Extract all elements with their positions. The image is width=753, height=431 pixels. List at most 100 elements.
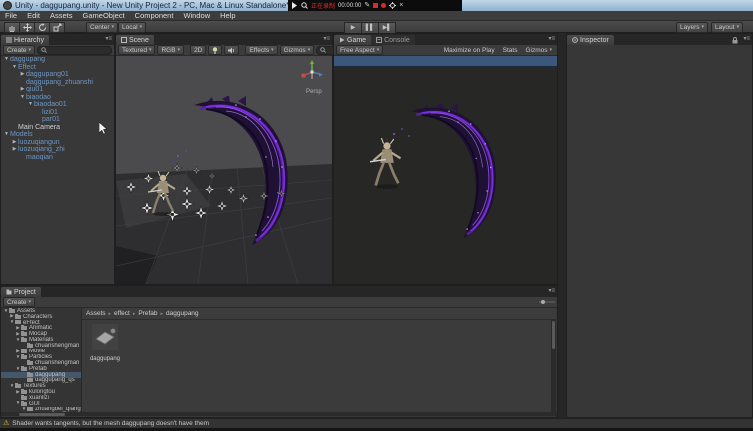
console-tab-icon	[376, 37, 382, 43]
render-mode-dropdown[interactable]: RGB▾	[157, 45, 184, 55]
foldout-icon[interactable]: ▼	[11, 65, 18, 70]
rotate-tool-button[interactable]	[35, 22, 50, 33]
stop-recording-icon[interactable]	[381, 3, 386, 8]
status-bar[interactable]: ⚠ Shader wants tangents, but the mesh da…	[0, 418, 753, 428]
panel-menu-icon[interactable]: ▾≡	[105, 36, 112, 42]
tab-project[interactable]: Project	[1, 287, 41, 297]
foldout-icon[interactable]: ▶	[19, 87, 26, 92]
move-tool-button[interactable]	[20, 22, 35, 33]
tab-hierarchy[interactable]: Hierarchy	[1, 35, 49, 45]
hierarchy-search-input[interactable]	[37, 46, 112, 55]
scale-tool-button[interactable]	[50, 22, 65, 33]
layers-dropdown[interactable]: Layers▾	[676, 22, 708, 33]
pivot-toggle-button[interactable]: Center▾	[86, 22, 118, 33]
hierarchy-item[interactable]: Main Camera	[1, 124, 114, 132]
space-toggle-button[interactable]: Local▾	[118, 22, 146, 33]
hierarchy-item[interactable]: ▶luozuqiangun	[1, 139, 114, 147]
effects-dropdown[interactable]: Effects▾	[245, 45, 277, 55]
scene-lighting-button[interactable]	[208, 45, 222, 55]
foldout-icon[interactable]: ▼	[3, 57, 10, 62]
hierarchy-create-button[interactable]: Create▾	[3, 45, 35, 55]
lock-icon[interactable]	[732, 37, 738, 44]
caret-down-icon: ▾	[29, 300, 32, 305]
scene-gizmos-dropdown[interactable]: Gizmos▾	[280, 45, 315, 55]
magnifier-icon[interactable]	[301, 2, 308, 9]
hierarchy-tab-icon	[6, 37, 12, 43]
hierarchy-tabstrip: Hierarchy ▾≡	[1, 34, 114, 45]
close-recorder-icon[interactable]: ×	[399, 2, 403, 9]
hand-tool-button[interactable]	[4, 22, 20, 33]
game-viewport[interactable]	[334, 56, 557, 284]
menu-assets[interactable]: Assets	[45, 11, 78, 20]
panel-menu-icon[interactable]: ▾≡	[548, 288, 555, 294]
pause-icon: ▌▌	[366, 25, 375, 31]
scene-audio-button[interactable]	[224, 45, 239, 55]
menu-gameobject[interactable]: GameObject	[78, 11, 130, 20]
menu-help[interactable]: Help	[215, 11, 240, 20]
foldout-icon[interactable]: ▼	[19, 95, 26, 100]
project-hscrollbar[interactable]	[1, 412, 557, 416]
hierarchy-item[interactable]: daggupang_zhuanshi	[1, 79, 114, 87]
toggle-2d-button[interactable]: 2D	[190, 45, 206, 55]
project-create-button[interactable]: Create▾	[3, 297, 35, 307]
foldout-icon[interactable]: ▼	[3, 132, 10, 137]
menu-edit[interactable]: Edit	[22, 11, 45, 20]
shading-mode-dropdown[interactable]: Textured▾	[118, 45, 155, 55]
tab-inspector[interactable]: Inspector	[567, 35, 614, 45]
foldout-icon[interactable]: ▶	[19, 72, 26, 77]
panel-splitter[interactable]	[558, 33, 566, 418]
asset-item[interactable]: daggupang	[88, 324, 122, 362]
hierarchy-item[interactable]: ▶qiu01	[1, 86, 114, 94]
maximize-on-play-button[interactable]: Maximize on Play	[441, 46, 498, 54]
tab-console[interactable]: Console	[371, 35, 415, 45]
foldout-icon[interactable]: ▶	[11, 140, 18, 145]
panel-menu-icon[interactable]: ▾≡	[548, 36, 555, 42]
hierarchy-item[interactable]: ▼Models	[1, 131, 114, 139]
menu-file[interactable]: File	[0, 11, 22, 20]
panel-menu-icon[interactable]: ▾≡	[323, 36, 330, 42]
panel-menu-icon[interactable]: ▾≡	[743, 36, 750, 42]
project-vscrollbar[interactable]	[551, 319, 556, 412]
tab-scene[interactable]: Scene	[116, 35, 154, 45]
scale-icon	[53, 23, 62, 32]
game-toolbar: Free Aspect▾ Maximize on Play Stats Gizm…	[334, 45, 557, 56]
folder-icon	[21, 326, 27, 330]
hierarchy-item[interactable]: ▶daggupang01	[1, 71, 114, 79]
recording-timer: 00:00:00	[338, 3, 361, 9]
caret-down-icon: ▾	[737, 25, 740, 30]
pause-recording-icon[interactable]	[373, 3, 378, 8]
game-gizmos-dropdown[interactable]: Gizmos▾	[522, 46, 555, 54]
hierarchy-item[interactable]: ▼biaodao	[1, 94, 114, 102]
breadcrumb-daggupang[interactable]: daggupang	[166, 310, 199, 317]
hierarchy-item[interactable]: ▼daggupang	[1, 56, 114, 64]
foldout-icon[interactable]: ▼	[27, 102, 34, 107]
hierarchy-item[interactable]: lizi01	[1, 109, 114, 117]
breadcrumb-assets[interactable]: Assets	[86, 310, 106, 317]
tab-game[interactable]: Game	[334, 35, 371, 45]
game-tabstrip: Game Console ▾≡	[334, 34, 557, 45]
menu-component[interactable]: Component	[130, 11, 179, 20]
menu-window[interactable]: Window	[178, 11, 215, 20]
hierarchy-item[interactable]: maoqian	[1, 154, 114, 162]
aspect-ratio-dropdown[interactable]: Free Aspect▾	[336, 45, 383, 55]
scene-gizmo-label[interactable]: Persp	[306, 89, 322, 95]
layout-dropdown[interactable]: Layout▾	[711, 22, 743, 33]
breadcrumb-prefab[interactable]: Prefab	[138, 310, 157, 317]
folder-icon	[21, 349, 27, 353]
inspector-panel: Inspector ▾≡	[566, 33, 753, 418]
scene-viewport[interactable]: Persp	[116, 56, 332, 284]
cursor-tool-icon[interactable]	[292, 2, 298, 9]
settings-gear-icon[interactable]	[389, 2, 396, 9]
hierarchy-item[interactable]: par01	[1, 116, 114, 124]
foldout-icon[interactable]: ▶	[11, 147, 18, 152]
breadcrumb-effect[interactable]: effect	[114, 310, 130, 317]
hierarchy-item[interactable]: ▼Effect	[1, 64, 114, 72]
project-tab-icon	[6, 289, 12, 295]
pen-tool-icon[interactable]: ✎	[364, 2, 370, 9]
folder-icon	[15, 315, 21, 319]
hierarchy-item[interactable]: ▼biaodao01	[1, 101, 114, 109]
stats-button[interactable]: Stats	[500, 46, 521, 54]
thumbnail-size-slider[interactable]	[539, 299, 555, 305]
inspector-tab-icon	[572, 37, 578, 43]
hierarchy-item[interactable]: ▶luozuqiang_zhi	[1, 146, 114, 154]
